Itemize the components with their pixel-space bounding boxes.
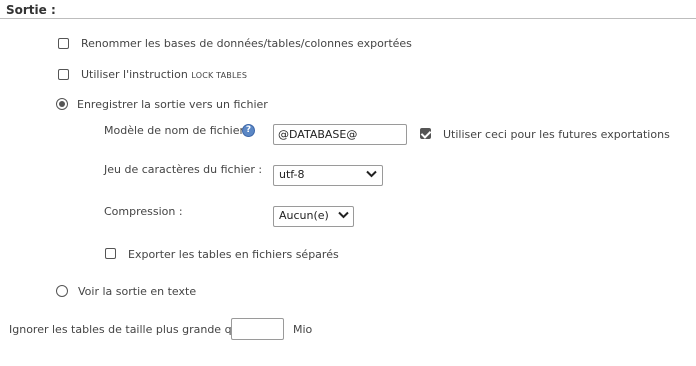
separate-files-checkbox[interactable] — [105, 248, 116, 259]
save-to-file-radio[interactable] — [56, 98, 68, 110]
check-icon — [420, 128, 432, 139]
chevron-down-icon — [366, 170, 377, 178]
lock-tables-prefix: Utiliser l'instruction — [81, 68, 188, 81]
size-limit-input[interactable] — [231, 318, 284, 340]
save-to-file-label: Enregistrer la sortie vers un fichier — [77, 98, 268, 111]
compression-select-value: Aucun(e) — [279, 209, 329, 222]
remember-template-checkbox[interactable] — [420, 128, 432, 139]
section-title: Sortie : — [6, 3, 56, 17]
lock-tables-code: LOCK TABLES — [191, 71, 248, 80]
filename-template-label: Modèle de nom de fichier : — [104, 124, 252, 137]
lock-tables-label: Utiliser l'instruction LOCK TABLES — [81, 68, 247, 83]
view-as-text-label: Voir la sortie en texte — [78, 285, 197, 298]
section-divider — [0, 18, 696, 19]
view-as-text-radio[interactable] — [56, 285, 68, 297]
chevron-down-icon — [338, 211, 349, 219]
size-limit-unit: Mio — [293, 323, 313, 336]
charset-label: Jeu de caractères du fichier : — [104, 163, 263, 176]
compression-select[interactable]: Aucun(e) — [273, 206, 354, 227]
compression-label: Compression : — [104, 205, 183, 218]
info-icon[interactable]: ? — [242, 124, 255, 137]
remember-template-label: Utiliser ceci pour les futures exportati… — [443, 128, 670, 141]
charset-select-value: utf-8 — [279, 168, 305, 181]
size-limit-label: Ignorer les tables de taille plus grande… — [9, 323, 246, 336]
radio-selected-dot — [59, 101, 65, 107]
rename-checkbox[interactable] — [58, 38, 69, 49]
rename-label: Renommer les bases de données/tables/col… — [81, 37, 412, 50]
separate-files-label: Exporter les tables en fichiers séparés — [128, 248, 339, 261]
lock-tables-checkbox[interactable] — [58, 69, 69, 80]
charset-select[interactable]: utf-8 — [273, 165, 383, 186]
filename-template-input[interactable] — [273, 124, 407, 145]
